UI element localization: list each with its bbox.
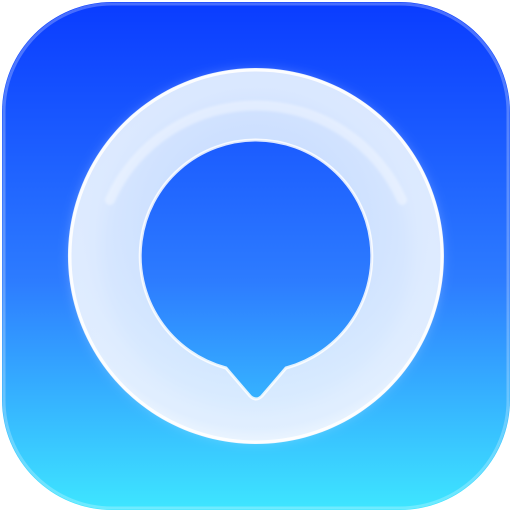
chat-bubble-ring-icon[interactable] [0,0,512,512]
icon-stage [0,0,512,512]
